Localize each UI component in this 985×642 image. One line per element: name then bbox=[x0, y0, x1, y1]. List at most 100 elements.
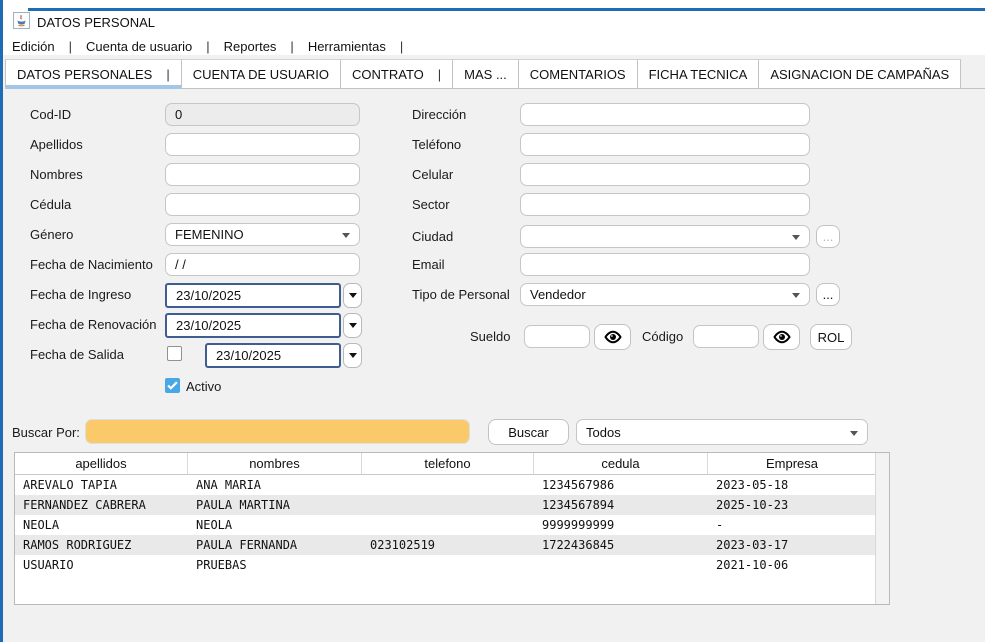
column-header-cedula[interactable]: cedula bbox=[534, 453, 708, 474]
apellidos-input[interactable] bbox=[165, 133, 360, 156]
column-header-telefono[interactable]: telefono bbox=[362, 453, 534, 474]
fecha-salida-input[interactable]: 23/10/2025 bbox=[205, 343, 341, 368]
fecha-renovacion-input[interactable]: 23/10/2025 bbox=[165, 313, 341, 338]
search-filter-selected-value: Todos bbox=[586, 425, 621, 440]
celular-label: Celular bbox=[412, 167, 453, 182]
menu-separator: | bbox=[400, 39, 403, 54]
tab-datos-personales[interactable]: DATOS PERSONALES | bbox=[5, 59, 182, 88]
table-cell: 1234567986 bbox=[534, 475, 708, 495]
menu-item-cuenta-de-usuario[interactable]: Cuenta de usuario bbox=[86, 39, 192, 54]
window-left-border bbox=[0, 0, 3, 642]
cedula-label: Cédula bbox=[30, 197, 71, 212]
table-row[interactable]: RAMOS RODRIGUEZPAULA FERNANDA02310251917… bbox=[15, 535, 876, 555]
fecha-ingreso-input[interactable]: 23/10/2025 bbox=[165, 283, 341, 308]
fecha-salida-checkbox[interactable] bbox=[167, 346, 182, 361]
tab-label: CONTRATO bbox=[352, 67, 424, 82]
ciudad-select[interactable] bbox=[520, 225, 810, 248]
table-cell: AREVALO TAPIA bbox=[15, 475, 188, 495]
window-top-border bbox=[28, 8, 985, 11]
window-title: DATOS PERSONAL bbox=[37, 15, 155, 30]
table-row[interactable]: USUARIOPRUEBAS2021-10-06 bbox=[15, 555, 876, 575]
direccion-input[interactable] bbox=[520, 103, 810, 126]
menu-separator: | bbox=[290, 39, 293, 54]
results-table: apellidosnombrestelefonocedulaEmpresa AR… bbox=[14, 452, 890, 605]
menu-item-reportes[interactable]: Reportes bbox=[224, 39, 277, 54]
sueldo-show-button[interactable] bbox=[594, 324, 631, 350]
table-scrollbar[interactable] bbox=[875, 453, 889, 604]
codigo-label: Código bbox=[642, 329, 683, 344]
codigo-input[interactable] bbox=[693, 325, 759, 348]
activo-checkbox[interactable] bbox=[165, 378, 180, 393]
tab-label: DATOS PERSONALES bbox=[17, 67, 152, 82]
tab-comentarios[interactable]: COMENTARIOS bbox=[519, 59, 638, 88]
celular-input[interactable] bbox=[520, 163, 810, 186]
table-cell: 2025-10-23 bbox=[708, 495, 876, 515]
chevron-down-icon bbox=[349, 293, 357, 298]
tab-label: FICHA TECNICA bbox=[649, 67, 748, 82]
search-filter-select[interactable]: Todos bbox=[576, 419, 868, 445]
ciudad-more-button[interactable]: ... bbox=[816, 225, 840, 248]
cedula-input[interactable] bbox=[165, 193, 360, 216]
tab-contrato[interactable]: CONTRATO| bbox=[341, 59, 453, 88]
fecha-renovacion-calendar-button[interactable] bbox=[343, 313, 362, 338]
activo-label: Activo bbox=[186, 379, 221, 394]
cod-id-label: Cod-ID bbox=[30, 107, 71, 122]
chevron-down-icon bbox=[792, 235, 800, 240]
chevron-down-icon bbox=[349, 353, 357, 358]
rol-button[interactable]: ROL bbox=[810, 324, 852, 350]
fecha-ingreso-label: Fecha de Ingreso bbox=[30, 287, 131, 302]
table-cell: 1722436845 bbox=[534, 535, 708, 555]
table-cell: RAMOS RODRIGUEZ bbox=[15, 535, 188, 555]
table-body: AREVALO TAPIAANA MARIA12345679862023-05-… bbox=[15, 475, 889, 575]
buscar-button[interactable]: Buscar bbox=[488, 419, 569, 445]
fecha-salida-calendar-button[interactable] bbox=[343, 343, 362, 368]
apellidos-label: Apellidos bbox=[30, 137, 83, 152]
tab-pipe: | bbox=[166, 67, 169, 82]
table-cell: 2021-10-06 bbox=[708, 555, 876, 575]
tipo-personal-label: Tipo de Personal bbox=[412, 287, 510, 302]
genero-select[interactable]: FEMENINO bbox=[165, 223, 360, 246]
menu-separator: | bbox=[206, 39, 209, 54]
chevron-down-icon bbox=[792, 293, 800, 298]
table-cell: NEOLA bbox=[15, 515, 188, 535]
column-header-empresa[interactable]: Empresa bbox=[708, 453, 876, 474]
sueldo-input[interactable] bbox=[524, 325, 590, 348]
eye-icon bbox=[773, 330, 791, 344]
tipo-personal-select[interactable]: Vendedor bbox=[520, 283, 810, 306]
table-header-row: apellidosnombrestelefonocedulaEmpresa bbox=[15, 453, 876, 475]
tab-cuenta-de-usuario[interactable]: CUENTA DE USUARIO bbox=[182, 59, 341, 88]
table-cell bbox=[362, 495, 534, 515]
tab-label: CUENTA DE USUARIO bbox=[193, 67, 329, 82]
table-cell: 2023-05-18 bbox=[708, 475, 876, 495]
tipo-personal-more-button[interactable]: ... bbox=[816, 283, 840, 306]
menu-item-herramientas[interactable]: Herramientas bbox=[308, 39, 386, 54]
fecha-renovacion-label: Fecha de Renovación bbox=[30, 317, 156, 332]
tab-mas[interactable]: MAS ... bbox=[453, 59, 519, 88]
fecha-nacimiento-input[interactable] bbox=[165, 253, 360, 276]
sector-input[interactable] bbox=[520, 193, 810, 216]
column-header-nombres[interactable]: nombres bbox=[188, 453, 362, 474]
fecha-ingreso-calendar-button[interactable] bbox=[343, 283, 362, 308]
table-cell: 9999999999 bbox=[534, 515, 708, 535]
menu-item-edición[interactable]: Edición bbox=[12, 39, 55, 54]
java-coffee-icon bbox=[15, 14, 28, 27]
table-row[interactable]: NEOLANEOLA 9999999999- bbox=[15, 515, 876, 535]
table-cell: - bbox=[708, 515, 876, 535]
java-app-icon bbox=[13, 12, 30, 29]
search-input[interactable] bbox=[85, 419, 470, 444]
fecha-nacimiento-label: Fecha de Nacimiento bbox=[30, 257, 153, 272]
chevron-down-icon bbox=[349, 323, 357, 328]
telefono-label: Teléfono bbox=[412, 137, 461, 152]
nombres-input[interactable] bbox=[165, 163, 360, 186]
tipo-personal-selected-value: Vendedor bbox=[530, 287, 586, 302]
email-input[interactable] bbox=[520, 253, 810, 276]
table-cell: PAULA MARTINA bbox=[188, 495, 362, 515]
table-row[interactable]: AREVALO TAPIAANA MARIA12345679862023-05-… bbox=[15, 475, 876, 495]
tab-ficha-tecnica[interactable]: FICHA TECNICA bbox=[638, 59, 760, 88]
tab-asignacion-de-campañas[interactable]: ASIGNACION DE CAMPAÑAS bbox=[759, 59, 961, 88]
table-cell: NEOLA bbox=[188, 515, 362, 535]
codigo-show-button[interactable] bbox=[763, 324, 800, 350]
table-row[interactable]: FERNANDEZ CABRERAPAULA MARTINA1234567894… bbox=[15, 495, 876, 515]
column-header-apellidos[interactable]: apellidos bbox=[15, 453, 188, 474]
telefono-input[interactable] bbox=[520, 133, 810, 156]
